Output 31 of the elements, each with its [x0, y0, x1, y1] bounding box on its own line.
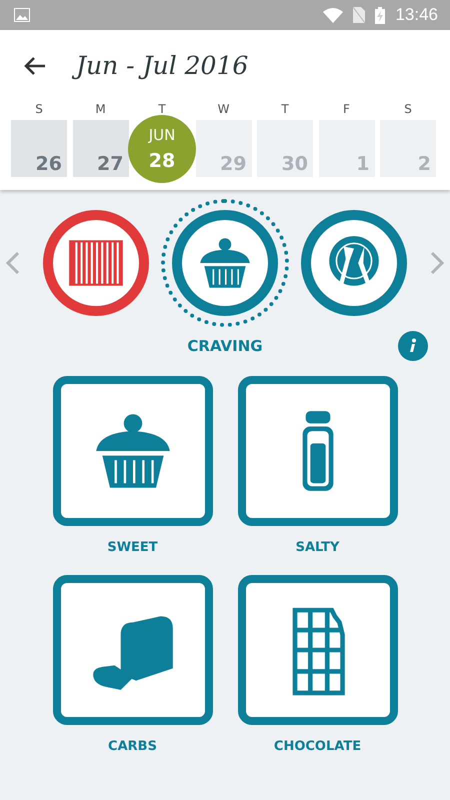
weekday-label: F: [342, 102, 351, 118]
day-cell[interactable]: 29: [196, 120, 252, 177]
weekday-label: S: [403, 102, 413, 118]
option-tile[interactable]: [238, 575, 398, 725]
info-icon: [408, 338, 418, 354]
weekday-label: T: [280, 102, 290, 118]
clock-time: 13:46: [395, 5, 438, 25]
option-label: CHOCOLATE: [274, 739, 362, 754]
day-cell[interactable]: 2: [380, 120, 436, 177]
battery-charging-icon: [375, 6, 386, 24]
weekday-label: W: [216, 102, 230, 118]
no-sim-icon: [353, 7, 366, 23]
option-tile[interactable]: [52, 376, 212, 526]
weekday-label: T: [157, 102, 167, 118]
day-cell[interactable]: 27: [72, 120, 128, 177]
option-tile[interactable]: [238, 376, 398, 526]
weekday-label: M: [94, 102, 107, 118]
wifi-icon: [323, 8, 344, 22]
day-cell[interactable]: 30: [257, 120, 313, 177]
selected-day[interactable]: JUN 28: [128, 115, 196, 183]
info-button[interactable]: [398, 331, 428, 361]
option-label: SWEET: [107, 540, 158, 555]
category-label: CRAVING: [187, 337, 263, 355]
option-label: SALTY: [296, 540, 340, 555]
day-cell[interactable]: 26: [11, 120, 67, 177]
option-label: CARBS: [108, 739, 157, 754]
image-icon: [14, 8, 30, 22]
weekday-label: S: [34, 102, 44, 118]
option-tile[interactable]: [52, 575, 212, 725]
day-cell[interactable]: 1: [318, 120, 374, 177]
month-title: Jun - Jul 2016: [74, 49, 254, 83]
